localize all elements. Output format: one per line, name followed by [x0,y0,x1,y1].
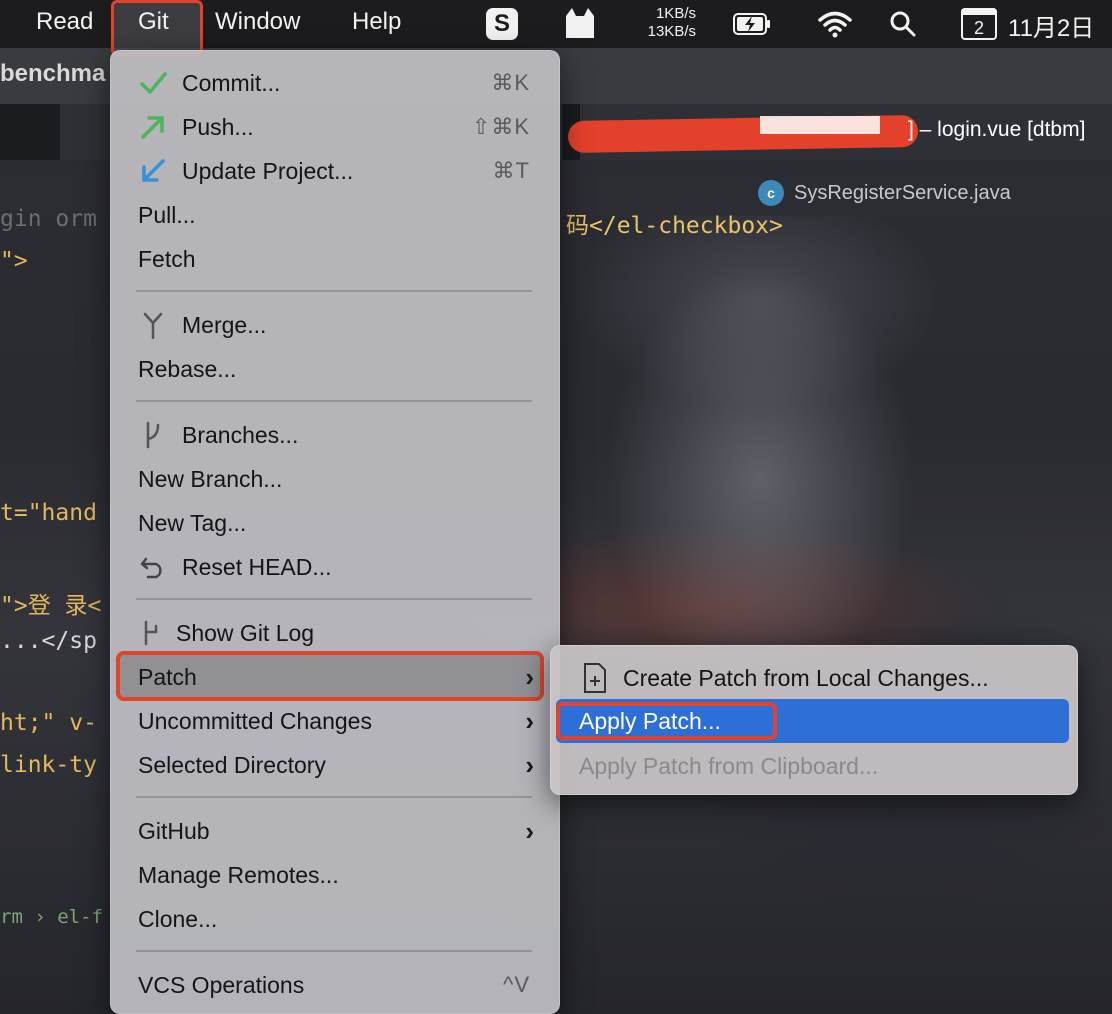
code-line: 码</el-checkbox> [566,213,783,239]
submenu-item-label: Create Patch from Local Changes... [623,664,989,691]
chevron-right-icon: › [525,705,534,736]
calendar-day: 2 [973,18,984,38]
menu-item-branches[interactable]: Branches... [110,413,560,457]
menu-separator [136,290,532,292]
toolbar-tab [0,104,60,160]
file-tab-label: SysRegisterService.java [794,181,1011,204]
submenu-item-label: Apply Patch from Clipboard... [579,752,879,779]
menu-item-shortcut: ⌘T [492,158,530,183]
menu-separator [136,796,532,798]
menu-item-label: Fetch [138,245,196,272]
breadcrumb: rm › el-f [0,906,103,928]
check-icon [138,68,168,98]
menu-separator [136,598,532,600]
git-log-icon [138,618,168,648]
menubar-item-read[interactable]: Read [36,8,93,36]
menu-item-show-git-log[interactable]: Show Git Log [110,611,560,655]
merge-icon [138,310,168,340]
menu-item-rebase[interactable]: Rebase... [110,347,560,391]
menu-item-label: Update Project... [182,157,354,184]
chevron-right-icon: › [525,749,534,780]
menu-item-vcs-operations[interactable]: VCS Operations ^V [110,963,560,1007]
apply-patch-highlight [556,702,777,740]
menubar-item-git[interactable]: Git [138,8,169,36]
menu-item-label: New Branch... [138,465,283,492]
menubar-item-help[interactable]: Help [352,8,401,36]
file-tab-sysregisterservice[interactable]: c SysRegisterService.java [758,180,1011,206]
menu-item-push[interactable]: Push... ⇧⌘K [110,105,560,149]
menu-item-fetch[interactable]: Fetch [110,237,560,281]
menu-item-label: Show Git Log [176,619,315,646]
code-line: ">登 录< [0,593,102,619]
sogou-input-icon[interactable]: S [486,8,518,40]
patch-file-icon [584,663,606,693]
menu-item-label: GitHub [138,817,210,844]
menu-separator [136,950,532,952]
menu-item-merge[interactable]: Merge... [110,303,560,347]
code-line: "> [0,248,28,274]
code-line: gin orm [0,206,97,232]
spotlight-search-icon[interactable] [889,10,917,38]
code-line: t="hand [0,500,97,526]
net-down-speed: 13KB/s [647,23,696,40]
menu-item-label: Reset HEAD... [182,553,332,580]
calendar-icon[interactable]: 2 [961,8,997,40]
cat-app-icon[interactable] [562,6,598,40]
menu-bar: Read Git Window Help S 1KB/s 13KB/s 2 11… [0,0,1112,56]
chevron-right-icon: › [525,815,534,846]
project-name: benchma [0,60,106,87]
menu-item-uncommitted-changes[interactable]: Uncommitted Changes › [110,699,560,743]
menu-item-patch[interactable]: Patch › [110,655,560,699]
menu-item-label: Patch [138,663,197,690]
submenu-item-create-patch[interactable]: Create Patch from Local Changes... [551,656,1079,700]
submenu-item-apply-patch-clipboard[interactable]: Apply Patch from Clipboard... [551,744,1079,788]
branch-icon [138,420,168,450]
reset-icon [138,552,168,582]
menu-item-github[interactable]: GitHub › [110,809,560,853]
menu-item-label: Clone... [138,905,218,932]
menu-item-label: Branches... [182,421,299,448]
menu-item-label: Rebase... [138,355,237,382]
menu-item-shortcut: ^V [503,972,530,997]
menu-item-new-tag[interactable]: New Tag... [110,501,560,545]
menu-item-commit[interactable]: Commit... ⌘K [110,61,560,105]
battery-charging-icon[interactable] [733,13,771,35]
menu-item-update-project[interactable]: Update Project... ⌘T [110,149,560,193]
network-speed: 1KB/s 13KB/s [630,5,696,41]
menu-item-selected-directory[interactable]: Selected Directory › [110,743,560,787]
chevron-right-icon: › [525,661,534,692]
menu-separator [136,400,532,402]
code-line: link-ty [0,752,97,778]
update-arrow-icon [138,156,168,186]
window-title: ] – login.vue [dtbm] [908,118,1086,141]
menu-item-clone[interactable]: Clone... [110,897,560,941]
menu-item-label: Merge... [182,311,267,338]
menu-item-label: Push... [182,113,254,140]
menu-item-pull[interactable]: Pull... [110,193,560,237]
code-line: ht;" v- [0,710,97,736]
menu-item-label: New Tag... [138,509,247,536]
redaction-mark [760,116,880,134]
code-line: ...</sp [0,628,97,654]
menu-item-reset-head[interactable]: Reset HEAD... [110,545,560,589]
net-up-speed: 1KB/s [655,5,696,22]
menu-item-label: Pull... [138,201,196,228]
menubar-item-window[interactable]: Window [215,8,300,36]
menu-item-manage-remotes[interactable]: Manage Remotes... [110,853,560,897]
menu-item-label: VCS Operations [138,971,305,998]
menu-item-new-branch[interactable]: New Branch... [110,457,560,501]
menu-item-shortcut: ⌘K [491,70,530,95]
menu-item-label: Uncommitted Changes [138,707,372,734]
menu-item-label: Selected Directory [138,751,326,778]
java-class-icon: c [758,180,784,206]
menu-item-shortcut: ⇧⌘K [471,114,530,139]
menubar-date[interactable]: 11月2日 [1008,8,1094,43]
menu-item-label: Commit... [182,69,281,96]
menu-item-label: Manage Remotes... [138,861,339,888]
push-arrow-icon [138,112,168,142]
wifi-icon[interactable] [818,10,852,38]
